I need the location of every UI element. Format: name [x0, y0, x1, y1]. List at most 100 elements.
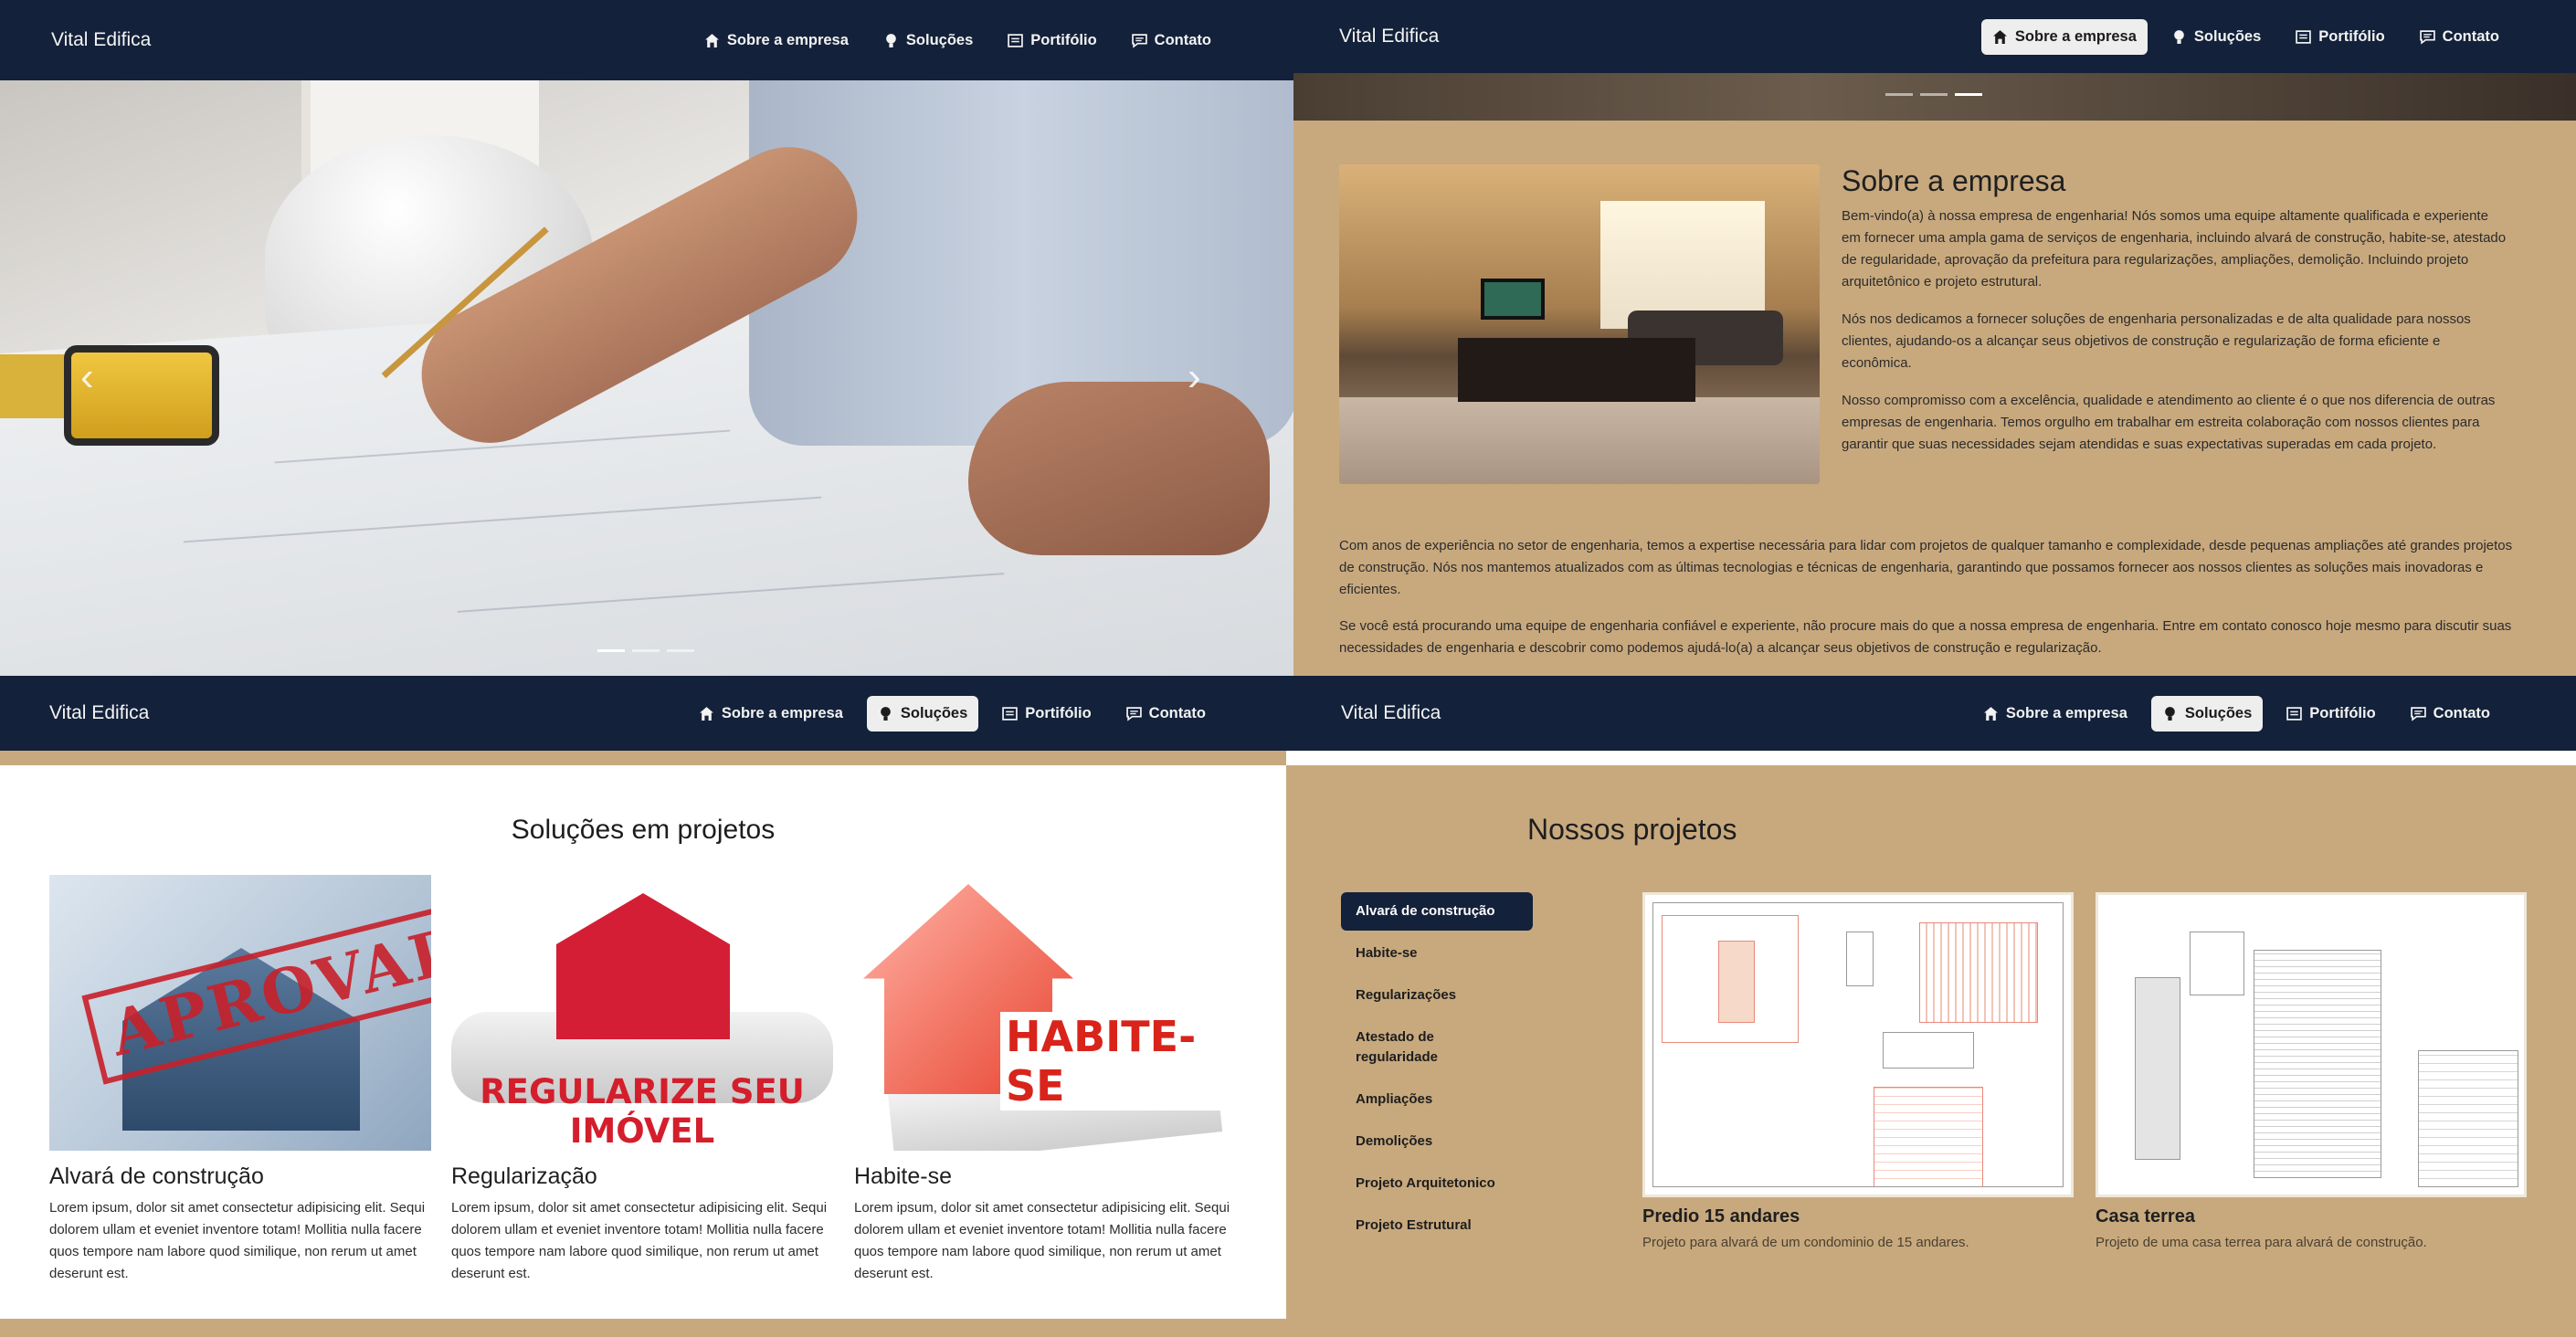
office-photo	[1339, 164, 1820, 484]
nav-menu: Sobre a empresa Soluções Portifólio Cont…	[1972, 695, 2501, 732]
about-paragraph: Nós nos dedicamos a fornecer soluções de…	[1842, 311, 2471, 371]
solution-card[interactable]: REGULARIZE SEU IMÓVEL Regularização Lore…	[451, 875, 833, 1285]
category-pill-alvara[interactable]: Alvará de construção	[1341, 892, 1533, 931]
brand-logo[interactable]: Vital Edifica	[49, 702, 688, 724]
nav-solutions[interactable]: Soluções	[2160, 19, 2272, 55]
nav-about[interactable]: Sobre a empresa	[1980, 18, 2148, 55]
nav-about-label: Sobre a empresa	[721, 704, 843, 721]
brand-logo[interactable]: Vital Edifica	[1339, 26, 1981, 47]
solution-image: REGULARIZE SEU IMÓVEL	[451, 875, 833, 1151]
nav-portfolio-label: Portifólio	[1030, 31, 1097, 48]
nav-solutions-label: Soluções	[2193, 27, 2262, 45]
carousel-next-icon[interactable]: ›	[1188, 354, 1201, 400]
nav-portfolio[interactable]: Portifólio	[2275, 696, 2386, 732]
hero-section: Vital Edifica Sobre a empresa Soluções P…	[0, 0, 1293, 676]
nav-portfolio-label: Portifólio	[1025, 704, 1092, 721]
category-pill-habite-se[interactable]: Habite-se	[1341, 934, 1533, 973]
project-description: Projeto de uma casa terrea para alvará d…	[2096, 1235, 2427, 1250]
solution-card[interactable]: HABITE-SE Habite-se Lorem ipsum, dolor s…	[854, 875, 1236, 1285]
category-pill-demolicoes[interactable]: Demolições	[1341, 1122, 1533, 1161]
nav-portfolio[interactable]: Portifólio	[2285, 19, 2395, 55]
lightbulb-icon	[2174, 29, 2184, 44]
nav-about[interactable]: Sobre a empresa	[1972, 696, 2138, 732]
navbar: Vital Edifica Sobre a empresa Soluções P…	[0, 676, 1286, 751]
carousel-indicators	[597, 649, 694, 652]
project-name: Predio 15 andares	[1642, 1206, 1800, 1226]
nav-portfolio-label: Portifólio	[2309, 704, 2376, 721]
nav-menu: Sobre a empresa Soluções Portifólio Cont…	[1980, 18, 2510, 55]
nav-solutions[interactable]: Soluções	[866, 695, 979, 732]
nav-about-label: Sobre a empresa	[726, 31, 849, 48]
about-title: Sobre a empresa	[1842, 164, 2066, 197]
about-section: Vital Edifica Sobre a empresa Soluções P…	[1293, 0, 2576, 676]
image-banner: HABITE-SE	[1000, 1012, 1236, 1111]
project-category-list: Alvará de construção Habite-se Regulariz…	[1341, 892, 1533, 1248]
nav-solutions[interactable]: Soluções	[872, 23, 984, 58]
projects-title: Nossos projetos	[1527, 813, 1737, 846]
project-name: Casa terrea	[2096, 1206, 2195, 1226]
solution-card[interactable]: APROVADO Alvará de construção Lorem ipsu…	[49, 875, 431, 1285]
brand-logo[interactable]: Vital Edifica	[1341, 702, 1972, 724]
nav-solutions[interactable]: Soluções	[2150, 695, 2264, 732]
lightbulb-icon	[2165, 706, 2175, 721]
category-pill-atestado[interactable]: Atestado de regularidade	[1341, 1018, 1533, 1077]
home-icon	[704, 33, 719, 47]
carousel-indicator[interactable]	[667, 649, 694, 652]
solutions-title: Soluções em projetos	[511, 815, 776, 845]
nav-about[interactable]: Sobre a empresa	[688, 696, 854, 732]
nav-about-label: Sobre a empresa	[2014, 27, 2137, 45]
nav-contact-label: Contato	[2433, 704, 2490, 721]
project-blueprint-image	[1642, 892, 2074, 1197]
lightbulb-icon	[886, 33, 896, 47]
nav-about[interactable]: Sobre a empresa	[693, 23, 860, 58]
carousel-slide: ‹ ›	[0, 80, 1293, 676]
category-pill-ampliacoes[interactable]: Ampliações	[1341, 1080, 1533, 1119]
projects-section: Vital Edifica Sobre a empresa Soluções P…	[1286, 676, 2576, 1337]
nav-contact[interactable]: Contato	[1115, 696, 1217, 732]
nav-contact-label: Contato	[1154, 31, 1211, 48]
carousel-indicator[interactable]	[1955, 93, 1982, 96]
navbar: Vital Edifica Sobre a empresa Soluções P…	[1286, 676, 2576, 751]
carousel-prev-icon[interactable]: ‹	[80, 354, 94, 400]
navbar: Vital Edifica Sobre a empresa Soluções P…	[1293, 0, 2576, 73]
nav-menu: Sobre a empresa Soluções Portifólio Cont…	[693, 23, 1222, 58]
category-pill-projeto-estrutural[interactable]: Projeto Estrutural	[1341, 1206, 1533, 1245]
home-icon	[1983, 706, 1998, 721]
chat-icon	[2419, 29, 2435, 45]
project-card[interactable]: Predio 15 andares Projeto para alvará de…	[1642, 892, 2074, 1250]
solutions-panel: Soluções em projetos APROVADO Alvará de …	[0, 756, 1286, 1319]
lightbulb-icon	[881, 706, 891, 721]
document-icon	[1008, 33, 1024, 47]
nav-contact-label: Contato	[2442, 27, 2499, 45]
nav-about-label: Sobre a empresa	[2005, 704, 2127, 721]
nav-portfolio[interactable]: Portifólio	[991, 696, 1102, 732]
solution-image: HABITE-SE	[854, 875, 1236, 1151]
carousel-indicator[interactable]	[1885, 93, 1913, 96]
about-paragraph: Nosso compromisso com a excelência, qual…	[1842, 393, 2496, 452]
nav-contact[interactable]: Contato	[2400, 696, 2501, 732]
carousel-indicator[interactable]	[632, 649, 660, 652]
nav-portfolio[interactable]: Portifólio	[997, 23, 1107, 58]
category-pill-regularizacoes[interactable]: Regularizações	[1341, 976, 1533, 1015]
carousel-bottom-strip	[1293, 73, 2576, 121]
carousel-indicator[interactable]	[1920, 93, 1948, 96]
category-pill-projeto-arquitetonico[interactable]: Projeto Arquitetonico	[1341, 1164, 1533, 1203]
project-card[interactable]: Casa terrea Projeto de uma casa terrea p…	[2096, 892, 2527, 1250]
solution-text: Lorem ipsum, dolor sit amet consectetur …	[49, 1200, 426, 1281]
document-icon	[2286, 706, 2303, 721]
about-paragraph: Com anos de experiência no setor de enge…	[1339, 538, 2513, 597]
solution-title: Habite-se	[854, 1163, 952, 1189]
about-paragraph: Se você está procurando uma equipe de en…	[1339, 618, 2512, 656]
nav-contact[interactable]: Contato	[2409, 19, 2510, 55]
chat-icon	[1131, 33, 1147, 48]
solution-text: Lorem ipsum, dolor sit amet consectetur …	[451, 1200, 828, 1281]
project-blueprint-image	[2096, 892, 2527, 1197]
home-icon	[699, 706, 713, 721]
nav-menu: Sobre a empresa Soluções Portifólio Cont…	[688, 695, 1217, 732]
carousel-indicator[interactable]	[597, 649, 625, 652]
nav-solutions-label: Soluções	[900, 704, 968, 721]
navbar: Vital Edifica Sobre a empresa Soluções P…	[0, 0, 1293, 80]
nav-contact[interactable]: Contato	[1121, 23, 1222, 58]
solution-text: Lorem ipsum, dolor sit amet consectetur …	[854, 1200, 1230, 1281]
brand-logo[interactable]: Vital Edifica	[51, 29, 693, 51]
